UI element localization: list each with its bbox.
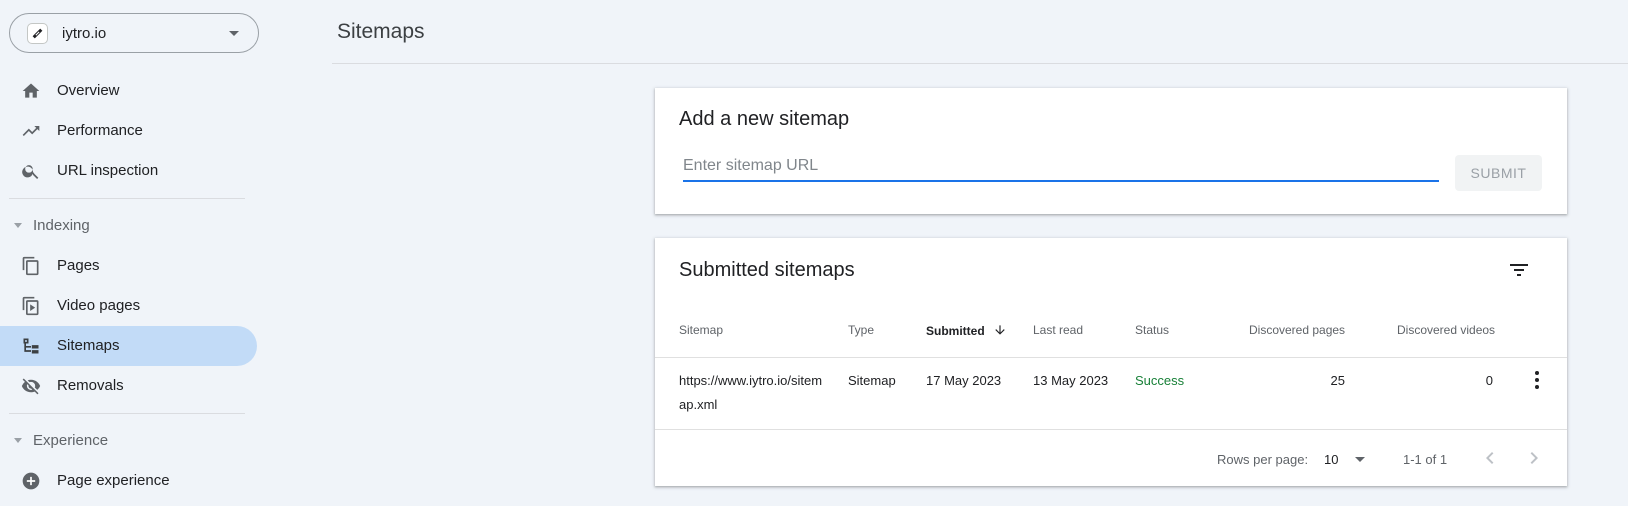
chevron-down-icon[interactable] bbox=[229, 31, 239, 36]
pages-icon bbox=[22, 256, 39, 276]
home-icon bbox=[22, 83, 40, 98]
sitemap-url-input[interactable] bbox=[683, 152, 1439, 182]
collapse-arrow-icon bbox=[14, 223, 22, 228]
column-header-last-read[interactable]: Last read bbox=[1033, 323, 1083, 337]
table-divider bbox=[655, 357, 1567, 358]
cell-last-read: 13 May 2023 bbox=[1033, 373, 1109, 388]
cell-sitemap: https://www.iytro.io/sitemap.xml bbox=[679, 373, 823, 412]
sidebar-item-page-experience[interactable]: Page experience bbox=[0, 461, 257, 501]
sidebar-item-label: Pages bbox=[57, 257, 100, 274]
visibility-off-icon bbox=[21, 378, 41, 395]
sidebar-item-overview[interactable]: Overview bbox=[0, 71, 257, 111]
section-label: Experience bbox=[33, 432, 109, 449]
cell-type: Sitemap bbox=[848, 373, 896, 388]
sidebar: iytro.io Overview Performance URL inspec… bbox=[0, 0, 259, 506]
sidebar-item-pages[interactable]: Pages bbox=[0, 246, 257, 286]
sidebar-item-label: Video pages bbox=[57, 297, 141, 314]
arrow-down-icon bbox=[995, 325, 1005, 335]
sidebar-item-sitemaps[interactable]: Sitemaps bbox=[0, 326, 257, 366]
header-divider bbox=[332, 63, 1628, 64]
collapse-arrow-icon bbox=[14, 438, 22, 443]
column-header-sitemap[interactable]: Sitemap bbox=[679, 323, 723, 337]
sitemap-icon bbox=[23, 338, 39, 354]
chevron-left-icon[interactable] bbox=[1478, 446, 1502, 470]
chevron-down-icon[interactable] bbox=[1355, 457, 1365, 462]
table-divider bbox=[655, 429, 1567, 430]
trending-up-icon bbox=[22, 126, 40, 136]
sidebar-item-label: URL inspection bbox=[57, 162, 159, 179]
add-sitemap-card: Add a new sitemap SUBMIT bbox=[655, 88, 1567, 214]
column-header-discovered-pages[interactable]: Discovered pages bbox=[1249, 323, 1345, 337]
cell-submitted: 17 May 2023 bbox=[926, 373, 1002, 388]
sidebar-item-video-pages[interactable]: Video pages bbox=[0, 286, 257, 326]
filter-icon[interactable] bbox=[1507, 258, 1531, 282]
submitted-sitemaps-card: Submitted sitemaps Sitemap Type Submitte… bbox=[655, 238, 1567, 486]
cell-discovered-pages: 25 bbox=[1330, 373, 1345, 388]
property-selector[interactable]: iytro.io bbox=[9, 13, 259, 53]
search-icon bbox=[22, 165, 39, 179]
chevron-right-icon[interactable] bbox=[1522, 446, 1546, 470]
submit-button[interactable]: SUBMIT bbox=[1455, 155, 1542, 191]
sidebar-item-removals[interactable]: Removals bbox=[0, 366, 257, 406]
section-label: Indexing bbox=[33, 217, 90, 234]
column-header-type[interactable]: Type bbox=[848, 323, 874, 337]
sidebar-divider bbox=[9, 413, 245, 414]
rows-per-page-label: Rows per page: bbox=[1217, 452, 1309, 467]
column-header-label: Submitted bbox=[926, 324, 985, 338]
card-title: Add a new sitemap bbox=[679, 108, 850, 130]
card-title: Submitted sitemaps bbox=[679, 259, 855, 281]
column-header-discovered-videos[interactable]: Discovered videos bbox=[1397, 323, 1495, 337]
sidebar-item-performance[interactable]: Performance bbox=[0, 111, 257, 151]
link-icon bbox=[27, 23, 48, 44]
rows-per-page-select[interactable]: 10 bbox=[1324, 452, 1338, 467]
pagination-range: 1-1 of 1 bbox=[1403, 452, 1448, 467]
column-header-submitted[interactable]: Submitted bbox=[926, 323, 1007, 338]
video-pages-icon bbox=[22, 296, 39, 316]
sidebar-item-label: Sitemaps bbox=[57, 337, 120, 354]
sidebar-item-label: Performance bbox=[57, 122, 143, 139]
property-name: iytro.io bbox=[62, 25, 107, 42]
section-experience[interactable]: Experience bbox=[0, 426, 256, 456]
sidebar-item-label: Overview bbox=[57, 82, 120, 99]
sidebar-divider bbox=[9, 198, 245, 199]
column-header-status[interactable]: Status bbox=[1135, 323, 1169, 337]
page-title: Sitemaps bbox=[337, 20, 425, 43]
cell-discovered-videos: 0 bbox=[1485, 373, 1493, 388]
sidebar-item-url-inspection[interactable]: URL inspection bbox=[0, 151, 257, 191]
section-indexing[interactable]: Indexing bbox=[0, 211, 256, 241]
add-circle-icon bbox=[22, 472, 40, 490]
more-vert-icon[interactable] bbox=[1525, 368, 1549, 392]
sidebar-item-label: Removals bbox=[57, 377, 124, 394]
cell-status: Success bbox=[1135, 373, 1185, 388]
sidebar-item-label: Page experience bbox=[57, 472, 170, 489]
